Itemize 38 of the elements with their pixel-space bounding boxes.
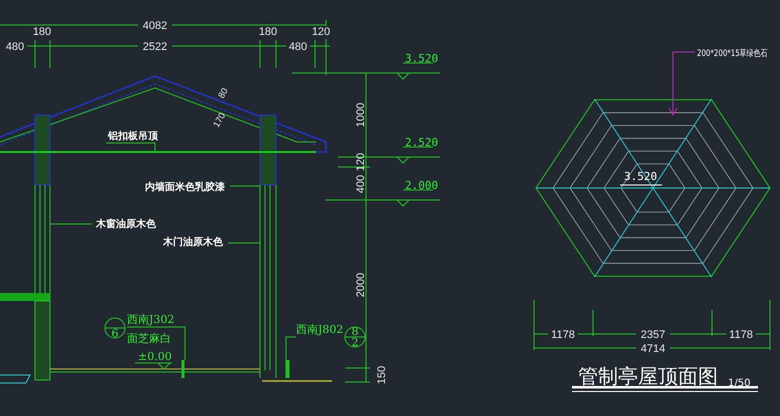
drawing-title: 管制亭屋顶面图	[578, 364, 718, 388]
annotation-text: 木门油原木色	[163, 237, 223, 248]
dimension-text: 480	[288, 41, 308, 53]
dimension-text: 1178	[551, 329, 575, 341]
dimension-text: 4082	[142, 20, 168, 32]
dimension-text: 80	[216, 86, 230, 100]
dimension-text: 4714	[640, 343, 666, 355]
dimension-text: 2000	[355, 272, 367, 298]
reference-text: 面芝麻白	[127, 332, 171, 345]
dimension-text: 1000	[355, 102, 367, 128]
reference-text: 西南J802	[296, 323, 344, 336]
detail-reference-circle	[344, 326, 366, 348]
level-text: ±0.00	[138, 350, 172, 363]
dimension-text: 120	[355, 152, 367, 172]
level-text: 2.520	[405, 136, 438, 149]
level-text: 3.520	[405, 52, 438, 65]
dimension-text: 180	[258, 26, 278, 38]
detail-number: 6	[112, 327, 118, 340]
annotation-text: 木窗油原木色	[96, 219, 156, 230]
dimension-text: 2522	[142, 41, 168, 53]
dimension-text: 1178	[729, 329, 753, 341]
dimension-text: 120	[312, 26, 330, 38]
level-mark	[134, 362, 172, 370]
dimension-text: 150	[376, 366, 388, 384]
annotation-text: 200*200*15草绿色石	[697, 48, 768, 58]
annotation-text: 铝扣板吊顶	[108, 131, 158, 142]
reference-text: 西南J302	[127, 313, 174, 326]
dimension-text: 480	[6, 41, 24, 53]
detail-number: 8	[352, 325, 358, 338]
dimension-text: 400	[355, 174, 367, 194]
dimension-text: 170	[211, 110, 228, 129]
dimension-text: 2357	[640, 329, 666, 341]
detail-number: 2	[352, 336, 358, 349]
dimension-text: 180	[32, 26, 52, 38]
annotation-text: 内墙面米色乳胶漆	[145, 182, 225, 193]
level-text: 2.000	[405, 179, 438, 192]
detail-reference-circle	[104, 318, 126, 338]
scale-text: 1/50	[728, 378, 750, 389]
